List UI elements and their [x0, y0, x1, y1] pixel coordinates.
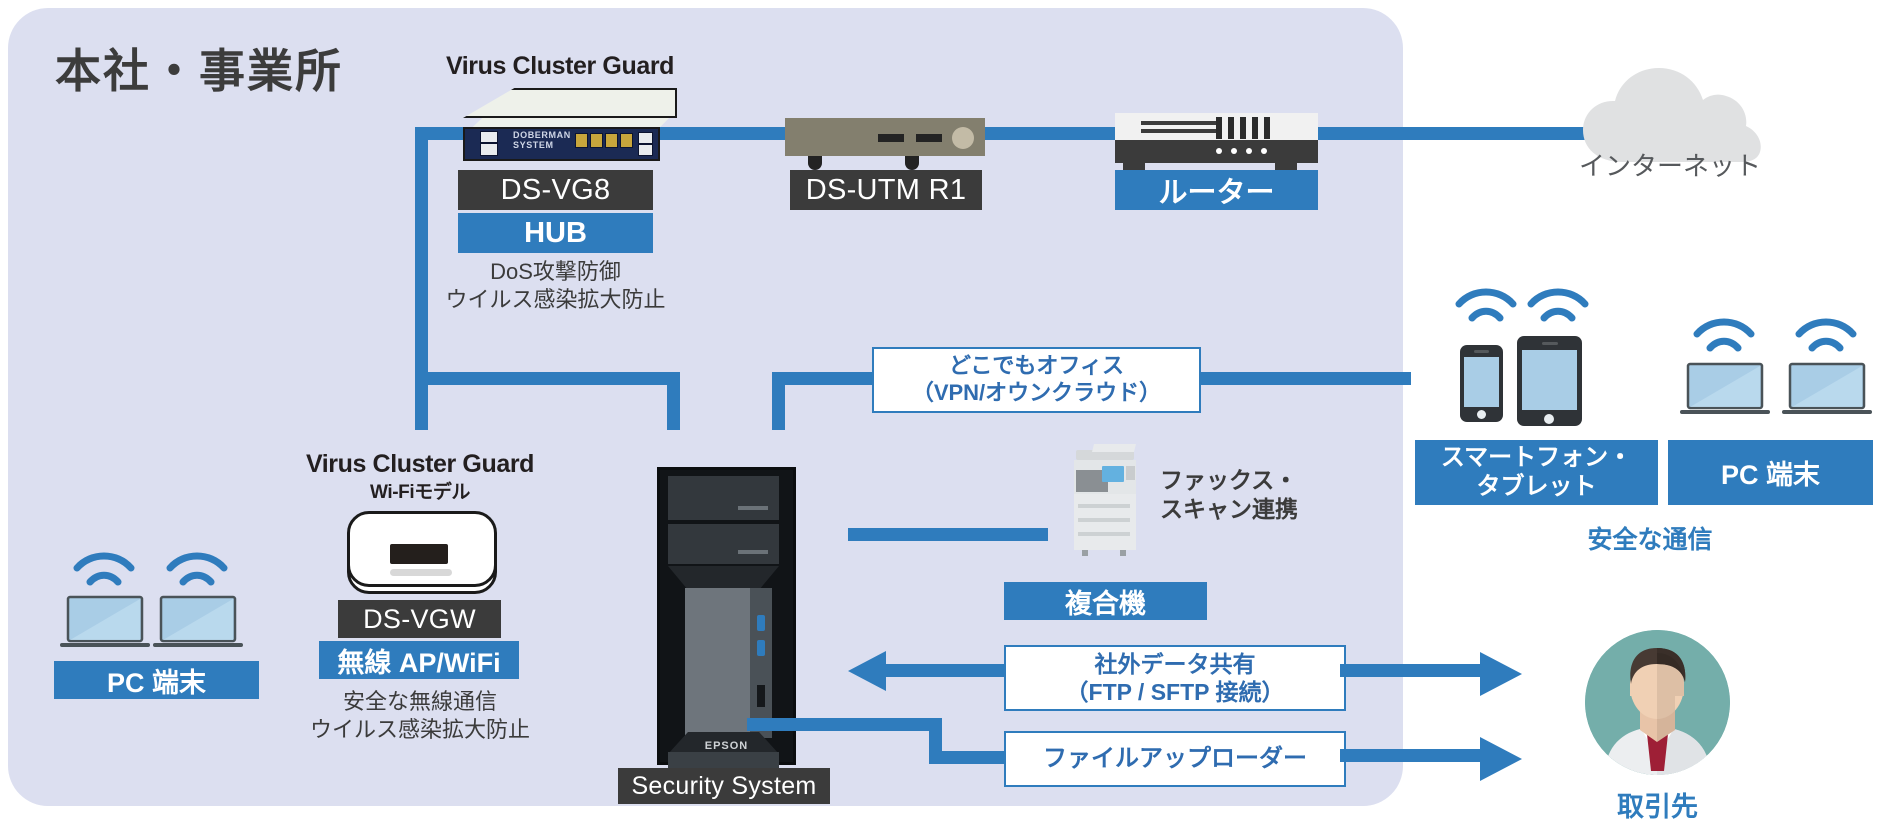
vgw-role-label: 無線 AP/WiFi — [319, 641, 519, 679]
vg8-port-4 — [620, 133, 633, 148]
branch-to-vgw — [415, 372, 680, 385]
vg8-model-label: DS-VG8 — [458, 170, 653, 210]
utm-foot-right — [905, 156, 919, 170]
link-utm-to-router — [985, 127, 1115, 140]
wifi-icon-right-b — [1795, 318, 1857, 352]
uploader-callout-line1: ファイルアップローダー — [1043, 745, 1307, 773]
router-vent-2 — [1228, 117, 1234, 139]
vg8-rj45-a — [480, 131, 498, 143]
wifi-icon-mobile-b — [1527, 288, 1589, 322]
vg8-port-1 — [575, 133, 588, 148]
network-diagram-canvas: 本社・事業所 Virus Cluster Guard DOBERMAN SYST… — [0, 0, 1880, 834]
router-vent-3 — [1240, 117, 1246, 139]
vgw-model-label: DS-VGW — [338, 600, 501, 638]
ftp-callout-line2: （FTP / SFTP 接続） — [1065, 679, 1285, 705]
tablet-home-button — [1544, 414, 1554, 424]
vpn-callout: どこでもオフィス （VPN/オウンクラウド） — [872, 347, 1201, 413]
laptop-icon-left-b — [153, 595, 243, 647]
vg8-note: DoS攻撃防御 ウイルス感染拡大防止 — [445, 259, 666, 313]
server-led-2 — [757, 640, 765, 656]
smartphone-tablet-label: スマートフォン・ タブレット — [1415, 440, 1658, 505]
server-port — [757, 685, 765, 707]
server-bay-1-slit — [738, 506, 768, 510]
utm-power-knob — [952, 127, 974, 149]
server-side-shadow — [750, 588, 772, 738]
vpn-callout-line2: （VPN/オウンクラウド） — [911, 380, 1162, 405]
partner-label: 取引先 — [1617, 792, 1698, 822]
vpn-callout-line1: どこでもオフィス — [949, 353, 1124, 379]
router-vent-5 — [1264, 117, 1270, 139]
secure-communication-label: 安全な通信 — [1587, 526, 1713, 554]
pc-left-label: PC 端末 — [54, 661, 259, 699]
router-vent-4 — [1252, 117, 1258, 139]
vgw-brand-plate — [390, 544, 448, 564]
vgw-note: 安全な無線通信 ウイルス感染拡大防止 — [309, 689, 530, 743]
smartphone-icon — [1460, 345, 1503, 422]
internet-label: インターネット — [1578, 151, 1761, 181]
server-bay-2-slit — [738, 550, 768, 554]
router-vent-1 — [1216, 117, 1222, 139]
server-label: Security System — [618, 768, 830, 804]
mfp-icon — [1074, 444, 1136, 556]
arrow-uploader-to-partner — [1340, 737, 1522, 781]
utm-slot-2 — [916, 134, 942, 142]
pc-right-label: PC 端末 — [1668, 440, 1873, 505]
smartphone-home-button — [1477, 410, 1486, 419]
utm-foot-left — [808, 156, 822, 170]
tablet-icon — [1517, 336, 1582, 426]
link-vpn-to-mobile — [1196, 372, 1411, 385]
arrow-ftp-to-partner — [1340, 652, 1522, 696]
router-led-1 — [1216, 148, 1222, 154]
page-title: 本社・事業所 — [55, 44, 343, 98]
vg8-uplink-a — [638, 132, 653, 144]
server-bay-1 — [668, 476, 779, 520]
link-server-to-mfp — [848, 528, 1048, 541]
vg8-rj45-b — [480, 143, 498, 156]
server-led-1 — [757, 615, 765, 631]
vgw-vent-slot — [390, 569, 452, 576]
smartphone-speaker — [1474, 350, 1489, 353]
laptop-icon-left-a — [60, 595, 150, 647]
vg8-port-2 — [590, 133, 603, 148]
tablet-screen — [1522, 350, 1577, 410]
router-stripe-2 — [1141, 129, 1216, 133]
drop-to-vgw — [667, 372, 680, 430]
tablet-speaker — [1542, 342, 1558, 345]
branch-server-to-vpn — [772, 372, 872, 385]
laptop-icon-right-a — [1680, 362, 1770, 414]
wifi-icon-right-a — [1693, 318, 1755, 352]
vg8-role-label: HUB — [458, 213, 653, 253]
utm-label: DS-UTM R1 — [790, 170, 982, 210]
uploader-callout: ファイルアップローダー — [1004, 731, 1346, 787]
wifi-icon-mobile-a — [1455, 288, 1517, 322]
router-led-3 — [1246, 148, 1252, 154]
router-led-2 — [1231, 148, 1237, 154]
link-server-to-uploader-h1 — [747, 718, 942, 731]
laptop-icon-right-b — [1782, 362, 1872, 414]
partner-avatar — [1585, 630, 1730, 775]
wifi-icon-left-b — [166, 552, 228, 586]
server-chamfer — [668, 566, 779, 590]
vgw-product-name: Virus Cluster Guard — [305, 450, 535, 478]
ftp-callout: 社外データ共有 （FTP / SFTP 接続） — [1004, 645, 1346, 711]
server-brand: EPSON — [704, 740, 749, 752]
vg8-product-name: Virus Cluster Guard — [445, 52, 675, 80]
server-bay-2 — [668, 524, 779, 564]
utm-slot-1 — [878, 134, 904, 142]
server-front-panel — [685, 588, 750, 738]
smartphone-screen — [1464, 357, 1499, 407]
router-led-4 — [1261, 148, 1267, 154]
vgw-product-sub: Wi-Fiモデル — [369, 482, 471, 503]
wifi-icon-left-a — [73, 552, 135, 586]
vg8-brand-text: DOBERMAN SYSTEM — [513, 130, 571, 150]
router-label: ルーター — [1115, 170, 1318, 210]
mfp-label: 複合機 — [1004, 582, 1207, 620]
ftp-callout-line1: 社外データ共有 — [1094, 650, 1256, 677]
mfp-note: ファックス・ スキャン連携 — [1160, 467, 1298, 523]
partner-avatar-figure — [1585, 630, 1730, 775]
vg8-uplink-b — [638, 144, 653, 156]
vg8-port-3 — [605, 133, 618, 148]
router-stripe-1 — [1141, 121, 1216, 125]
